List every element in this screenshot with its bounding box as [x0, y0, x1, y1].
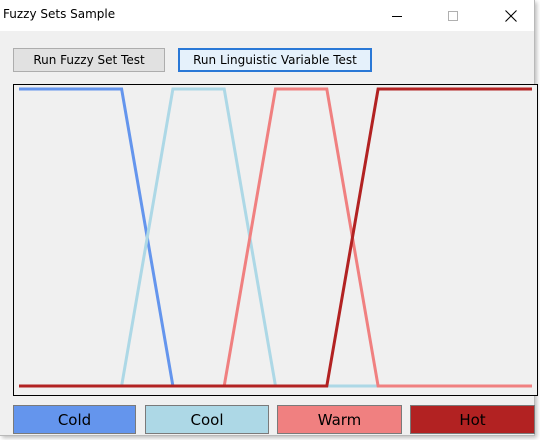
maximize-icon: [448, 10, 458, 21]
membership-chart-svg: [19, 87, 532, 388]
minimize-button[interactable]: [374, 0, 420, 31]
legend-cold: Cold: [13, 405, 136, 434]
membership-chart: [13, 84, 538, 396]
legend-cold-label: Cold: [57, 410, 92, 429]
legend-hot-label: Hot: [459, 410, 486, 429]
run-linguistic-variable-test-button[interactable]: Run Linguistic Variable Test: [178, 48, 372, 72]
run-fuzzy-set-test-button[interactable]: Run Fuzzy Set Test: [13, 48, 165, 72]
maximize-button[interactable]: [430, 0, 476, 31]
minimize-icon: [392, 15, 402, 17]
close-icon: [505, 9, 517, 22]
legend-hot: Hot: [410, 405, 535, 434]
close-button[interactable]: [488, 0, 534, 31]
legend-warm: Warm: [277, 405, 402, 434]
series-line-cold: [19, 87, 532, 388]
legend-cool: Cool: [145, 405, 269, 434]
title-bar: Fuzzy Sets Sample: [0, 0, 534, 31]
window-title: Fuzzy Sets Sample: [3, 7, 116, 21]
legend-warm-label: Warm: [317, 410, 362, 429]
legend-cool-label: Cool: [190, 410, 224, 429]
series-line-cool: [19, 87, 532, 388]
series-line-hot: [19, 87, 532, 388]
series-line-warm: [19, 87, 532, 388]
app-window: Fuzzy Sets Sample Run Fuzzy Set Test Run…: [0, 0, 538, 436]
